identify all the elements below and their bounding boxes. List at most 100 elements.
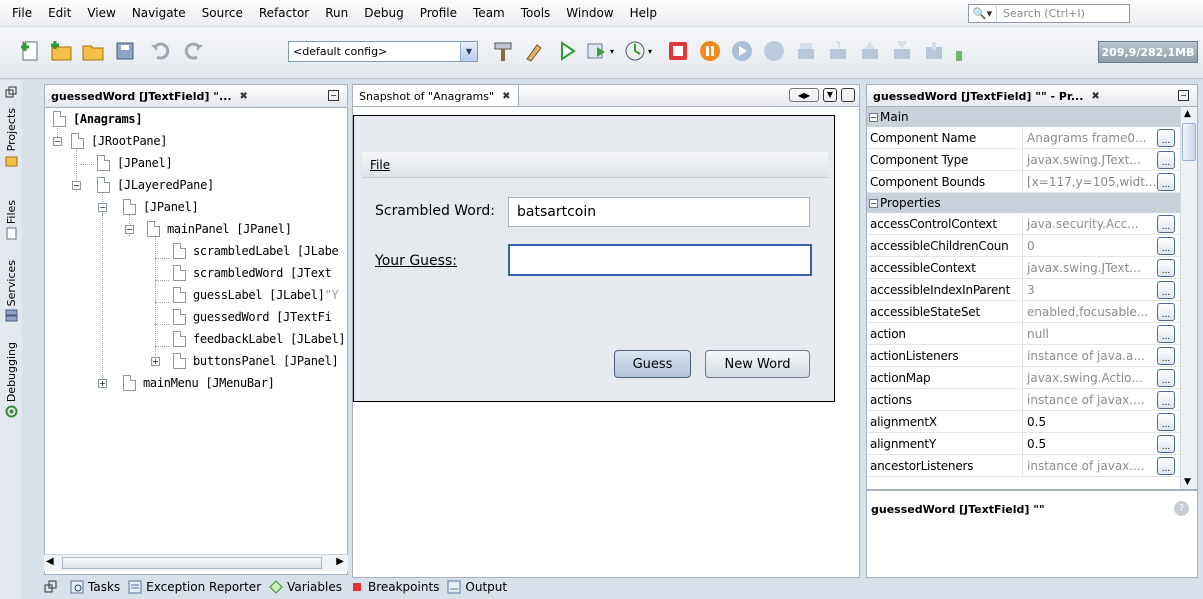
close-icon[interactable]: ✖ <box>1091 91 1099 102</box>
new-word-button[interactable]: New Word <box>705 350 810 378</box>
gc-icon[interactable] <box>950 38 968 64</box>
your-guess-field[interactable] <box>508 244 812 276</box>
tab-services[interactable]: Services <box>3 260 19 322</box>
menu-debug[interactable]: Debug <box>356 6 411 20</box>
restore-windows-icon[interactable] <box>3 86 19 98</box>
collapse-icon[interactable]: − <box>72 181 81 190</box>
tree-node-scrambledlabel[interactable]: scrambledLabel [JLabe <box>173 240 339 262</box>
property-row[interactable]: actions instance of javax....... <box>867 389 1181 411</box>
scrambled-word-field[interactable]: batsartcoin <box>508 197 810 227</box>
continue-icon[interactable] <box>729 38 755 64</box>
tab-snapshot[interactable]: Snapshot of "Anagrams" ✖ <box>353 85 520 107</box>
property-row[interactable]: accessibleChildrenCoun 0... <box>867 235 1181 257</box>
tab-tasks[interactable]: Tasks <box>70 580 120 594</box>
ellipsis-button[interactable]: ... <box>1157 325 1175 343</box>
collapse-icon[interactable]: − <box>869 112 878 122</box>
tab-properties[interactable]: guessedWord [JTextField] "" - Pr... ✖ <box>867 85 1100 107</box>
property-row[interactable]: Component Name Anagrams frame0... ... <box>867 127 1181 149</box>
property-row[interactable]: alignmentX 0.5... <box>867 411 1181 433</box>
new-project-icon[interactable] <box>48 38 74 64</box>
tab-projects[interactable]: Projects <box>3 108 19 167</box>
tab-debugging[interactable]: Debugging <box>3 342 19 418</box>
ellipsis-button[interactable]: ... <box>1157 369 1175 387</box>
property-row[interactable]: ancestorListeners instance of javax......… <box>867 455 1181 477</box>
menu-view[interactable]: View <box>79 6 123 20</box>
ellipsis-button[interactable]: ... <box>1157 215 1175 233</box>
ellipsis-button[interactable]: ... <box>1157 457 1175 475</box>
build-hammer-icon[interactable] <box>490 38 516 64</box>
stop-icon[interactable] <box>665 38 691 64</box>
minimize-icon[interactable]: − <box>1178 90 1189 101</box>
property-row[interactable]: accessibleContext javax.swing.JText...... <box>867 257 1181 279</box>
ellipsis-button[interactable]: ... <box>1157 413 1175 431</box>
menu-window[interactable]: Window <box>558 6 621 20</box>
property-row[interactable]: action null... <box>867 323 1181 345</box>
clean-build-icon[interactable] <box>522 38 548 64</box>
tree-node-guessedword[interactable]: guessedWord [JTextFi <box>173 306 332 328</box>
expand-icon[interactable]: + <box>151 357 160 366</box>
redo-icon[interactable] <box>180 38 206 64</box>
tab-output[interactable]: Output <box>447 580 507 594</box>
property-row[interactable]: actionMap javax.swing.Actio...... <box>867 367 1181 389</box>
menu-tools[interactable]: Tools <box>513 6 559 20</box>
menu-file[interactable]: File <box>4 6 40 20</box>
undo-icon[interactable] <box>148 38 174 64</box>
property-row[interactable]: Component Bounds [x=117,y=105,widt... ..… <box>867 171 1181 193</box>
menu-edit[interactable]: Edit <box>40 6 79 20</box>
ellipsis-button[interactable]: ... <box>1157 129 1175 147</box>
ellipsis-button[interactable]: ... <box>1157 303 1175 321</box>
property-row[interactable]: accessControlContext java.security.Acc...… <box>867 213 1181 235</box>
ellipsis-button[interactable]: ... <box>1157 237 1175 255</box>
menu-source[interactable]: Source <box>194 6 251 20</box>
collapse-icon[interactable]: − <box>53 137 62 146</box>
pop-frame-icon[interactable] <box>921 38 947 64</box>
menu-help[interactable]: Help <box>622 6 665 20</box>
minimize-icon[interactable]: − <box>328 90 339 101</box>
tree-node-feedbacklabel[interactable]: feedbackLabel [JLabel] <box>173 328 346 350</box>
menu-navigate[interactable]: Navigate <box>124 6 194 20</box>
menu-refactor[interactable]: Refactor <box>251 6 317 20</box>
property-row[interactable]: actionListeners instance of java.a...... <box>867 345 1181 367</box>
tab-variables[interactable]: Variables <box>269 580 342 594</box>
chevron-down-icon[interactable]: ▾ <box>606 38 618 64</box>
collapse-icon[interactable]: − <box>125 225 134 234</box>
scroll-down-icon[interactable]: ▼ <box>1184 477 1191 487</box>
scroll-thumb[interactable] <box>1182 123 1196 161</box>
ellipsis-button[interactable]: ... <box>1157 391 1175 409</box>
scroll-right-icon[interactable]: ▶ <box>336 556 344 567</box>
menu-run[interactable]: Run <box>317 6 356 20</box>
tab-files[interactable]: Files <box>3 200 19 240</box>
save-all-icon[interactable] <box>112 38 138 64</box>
tree-node-root[interactable]: [Anagrams] <box>53 108 143 130</box>
property-row[interactable]: accessibleIndexInParent 3... <box>867 279 1181 301</box>
tab-navigator[interactable]: guessedWord [JTextField] "... ✖ <box>45 85 248 107</box>
run-to-cursor-icon[interactable] <box>857 38 883 64</box>
tab-list-icon[interactable]: ▼ <box>823 88 837 102</box>
tree-node-scrambledword[interactable]: scrambledWord [JText <box>173 262 332 284</box>
memory-indicator[interactable]: 209,9/282,1MB <box>1098 41 1198 63</box>
close-icon[interactable]: ✖ <box>502 91 510 102</box>
tree-node-jrootpane[interactable]: [JRootPane] <box>71 130 167 152</box>
apply-changes-icon[interactable] <box>889 38 915 64</box>
menu-team[interactable]: Team <box>465 6 513 20</box>
ellipsis-button[interactable]: ... <box>1157 281 1175 299</box>
run-icon[interactable] <box>554 38 580 64</box>
property-row[interactable]: alignmentY 0.5... <box>867 433 1181 455</box>
tree-node-jpanel[interactable]: [JPanel] <box>97 152 173 174</box>
search-icon[interactable]: 🔍▾ <box>969 5 997 22</box>
tree-node-mainmenu[interactable]: mainMenu [JMenuBar] <box>123 372 275 394</box>
step-out-icon[interactable] <box>825 38 851 64</box>
property-row[interactable]: accessibleStateSet enabled,focusable.....… <box>867 301 1181 323</box>
navigator-horizontal-scrollbar[interactable]: ◀ ▶ <box>44 554 348 571</box>
pause-icon[interactable] <box>697 38 723 64</box>
scroll-thumb[interactable] <box>62 557 322 569</box>
guess-button[interactable]: Guess <box>614 350 691 378</box>
step-over-icon[interactable] <box>761 38 787 64</box>
menu-profile[interactable]: Profile <box>412 6 465 20</box>
tab-exception-reporter[interactable]: Exception Reporter <box>128 580 261 594</box>
scroll-left-icon[interactable]: ◀ <box>46 556 54 567</box>
tree-node-buttonspanel[interactable]: buttonsPanel [JPanel] <box>173 350 339 372</box>
ellipsis-button[interactable]: ... <box>1157 435 1175 453</box>
properties-vertical-scrollbar[interactable]: ▲ ▼ <box>1180 107 1197 489</box>
help-icon[interactable]: ? <box>1174 501 1189 516</box>
